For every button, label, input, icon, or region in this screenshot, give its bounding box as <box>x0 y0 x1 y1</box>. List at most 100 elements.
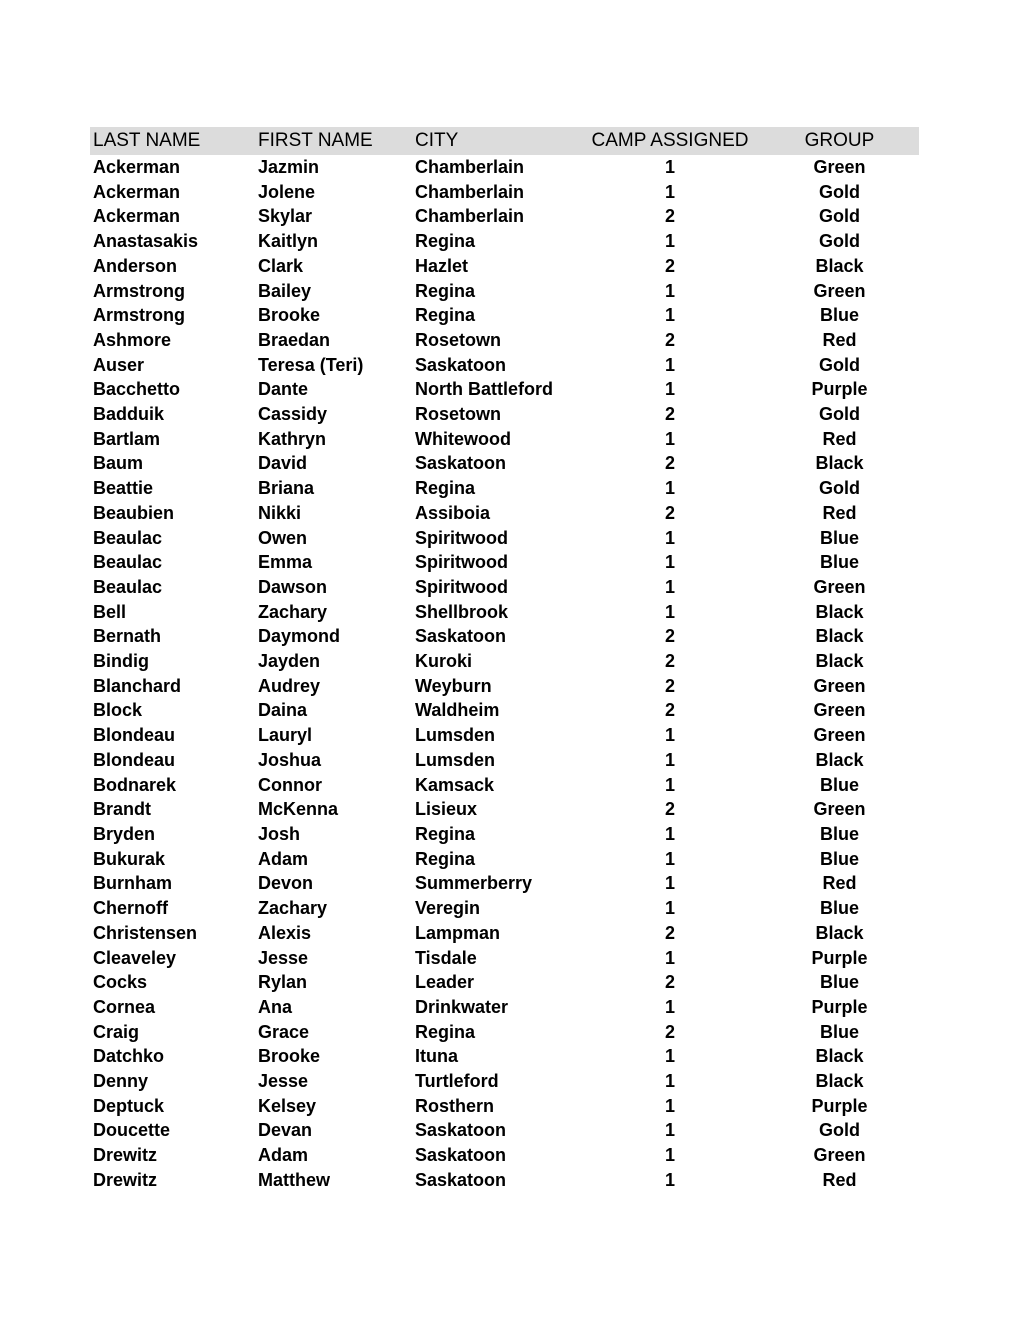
table-row: Chernoff Zachary Veregin 1 Blue <box>90 896 919 921</box>
cell-first-name: McKenna <box>258 799 339 820</box>
cell-camp-assigned: 2 <box>664 675 675 696</box>
cell-first-name: Alexis <box>258 922 312 943</box>
cell-group: Black <box>815 601 864 622</box>
cell-camp-assigned: 2 <box>664 922 675 943</box>
cell-last-name: Bryden <box>93 823 156 844</box>
cell-last-name: Bodnarek <box>93 774 177 795</box>
column-header-camp-assigned: CAMP ASSIGNED <box>591 130 749 151</box>
cell-camp-assigned: 1 <box>664 725 675 746</box>
cell-last-name: Blanchard <box>93 675 182 696</box>
cell-first-name: Bailey <box>258 280 312 301</box>
cell-camp-assigned: 1 <box>664 1071 675 1092</box>
cell-city: Ituna <box>415 1046 458 1067</box>
cell-camp-assigned: 1 <box>664 774 675 795</box>
column-header-city: CITY <box>415 130 459 151</box>
cell-last-name: Beattie <box>93 478 154 499</box>
table-row: Bernath Daymond Saskatoon 2 Black <box>90 624 919 649</box>
cell-city: Saskatoon <box>415 453 507 474</box>
cell-group: Blue <box>819 552 859 573</box>
cell-group: Red <box>822 873 857 894</box>
cell-first-name: David <box>258 453 308 474</box>
cell-city: Chamberlain <box>415 181 525 202</box>
cell-camp-assigned: 2 <box>664 972 675 993</box>
cell-last-name: Anastasakis <box>93 231 199 252</box>
cell-camp-assigned: 1 <box>664 873 675 894</box>
cell-first-name: Clark <box>258 255 304 276</box>
cell-city: Hazlet <box>415 255 469 276</box>
cell-camp-assigned: 2 <box>664 651 675 672</box>
cell-city: Veregin <box>415 898 481 919</box>
cell-last-name: Auser <box>93 354 145 375</box>
cell-camp-assigned: 2 <box>664 502 675 523</box>
cell-last-name: Ackerman <box>93 206 181 227</box>
cell-camp-assigned: 2 <box>664 329 675 350</box>
table-header-row: LAST NAME FIRST NAME CITY CAMP ASSIGNED … <box>90 127 919 155</box>
cell-last-name: Baum <box>93 453 144 474</box>
column-header-group: GROUP <box>804 130 875 151</box>
table-row: Drewitz Matthew Saskatoon 1 Red <box>90 1168 919 1193</box>
cell-city: Regina <box>415 478 476 499</box>
cell-camp-assigned: 1 <box>664 157 675 177</box>
cell-city: North Battleford <box>415 379 553 400</box>
cell-camp-assigned: 2 <box>664 404 675 425</box>
cell-last-name: Cleaveley <box>93 947 177 968</box>
cell-city: Spiritwood <box>415 576 508 597</box>
cell-last-name: Doucette <box>93 1120 171 1141</box>
cell-city: Regina <box>415 823 476 844</box>
cell-city: Chamberlain <box>415 157 525 177</box>
cell-first-name: Ana <box>258 996 293 1017</box>
cell-camp-assigned: 2 <box>664 626 675 647</box>
cell-first-name: Devon <box>258 873 314 894</box>
cell-city: Kuroki <box>415 651 473 672</box>
cell-group: Green <box>813 675 866 696</box>
cell-last-name: Craig <box>93 1021 140 1042</box>
cell-city: Saskatoon <box>415 626 507 647</box>
cell-first-name: Zachary <box>258 898 328 919</box>
cell-first-name: Connor <box>258 774 322 795</box>
table-row: Bindig Jayden Kuroki 2 Black <box>90 649 919 674</box>
cell-last-name: Chernoff <box>93 898 168 919</box>
cell-first-name: Adam <box>258 848 309 869</box>
cell-last-name: Cocks <box>93 972 148 993</box>
table-row: Ackerman Jazmin Chamberlain 1 Green <box>90 155 919 180</box>
cell-first-name: Brooke <box>258 1046 321 1067</box>
cell-last-name: Datchko <box>93 1046 165 1067</box>
cell-city: Chamberlain <box>415 206 525 227</box>
cell-first-name: Rylan <box>258 972 308 993</box>
cell-group: Gold <box>819 206 860 227</box>
cell-group: Gold <box>819 478 860 499</box>
cell-city: Regina <box>415 1021 476 1042</box>
cell-first-name: Teresa (Teri) <box>258 354 364 375</box>
cell-city: Turtleford <box>415 1071 499 1092</box>
cell-city: Lisieux <box>415 799 478 820</box>
cell-city: Lumsden <box>415 725 496 746</box>
table-row: Bell Zachary Shellbrook 1 Black <box>90 600 919 625</box>
table-row: Beaubien Nikki Assiboia 2 Red <box>90 501 919 526</box>
cell-group: Green <box>813 576 866 597</box>
cell-group: Gold <box>819 404 860 425</box>
table-row: Auser Teresa (Teri) Saskatoon 1 Gold <box>90 353 919 378</box>
cell-first-name: Lauryl <box>258 725 313 746</box>
table-row: Doucette Devan Saskatoon 1 Gold <box>90 1118 919 1143</box>
cell-first-name: Kelsey <box>258 1095 317 1116</box>
cell-camp-assigned: 2 <box>664 206 675 227</box>
cell-first-name: Dawson <box>258 576 328 597</box>
cell-city: Regina <box>415 848 476 869</box>
cell-last-name: Armstrong <box>93 280 186 301</box>
cell-group: Green <box>813 157 866 177</box>
table-row: Ashmore Braedan Rosetown 2 Red <box>90 328 919 353</box>
cell-group: Black <box>815 255 864 276</box>
table-row: Drewitz Adam Saskatoon 1 Green <box>90 1143 919 1168</box>
cell-camp-assigned: 2 <box>664 1021 675 1042</box>
cell-first-name: Kaitlyn <box>258 231 319 252</box>
cell-group: Blue <box>819 527 859 548</box>
table-row: Bryden Josh Regina 1 Blue <box>90 822 919 847</box>
cell-camp-assigned: 1 <box>664 601 675 622</box>
table-row: Beaulac Emma Spiritwood 1 Blue <box>90 550 919 575</box>
cell-camp-assigned: 1 <box>664 552 675 573</box>
cell-group: Black <box>815 453 864 474</box>
cell-last-name: Badduik <box>93 404 165 425</box>
cell-group: Gold <box>819 1120 860 1141</box>
cell-camp-assigned: 1 <box>664 1145 675 1166</box>
column-header-last-name: LAST NAME <box>93 130 201 151</box>
